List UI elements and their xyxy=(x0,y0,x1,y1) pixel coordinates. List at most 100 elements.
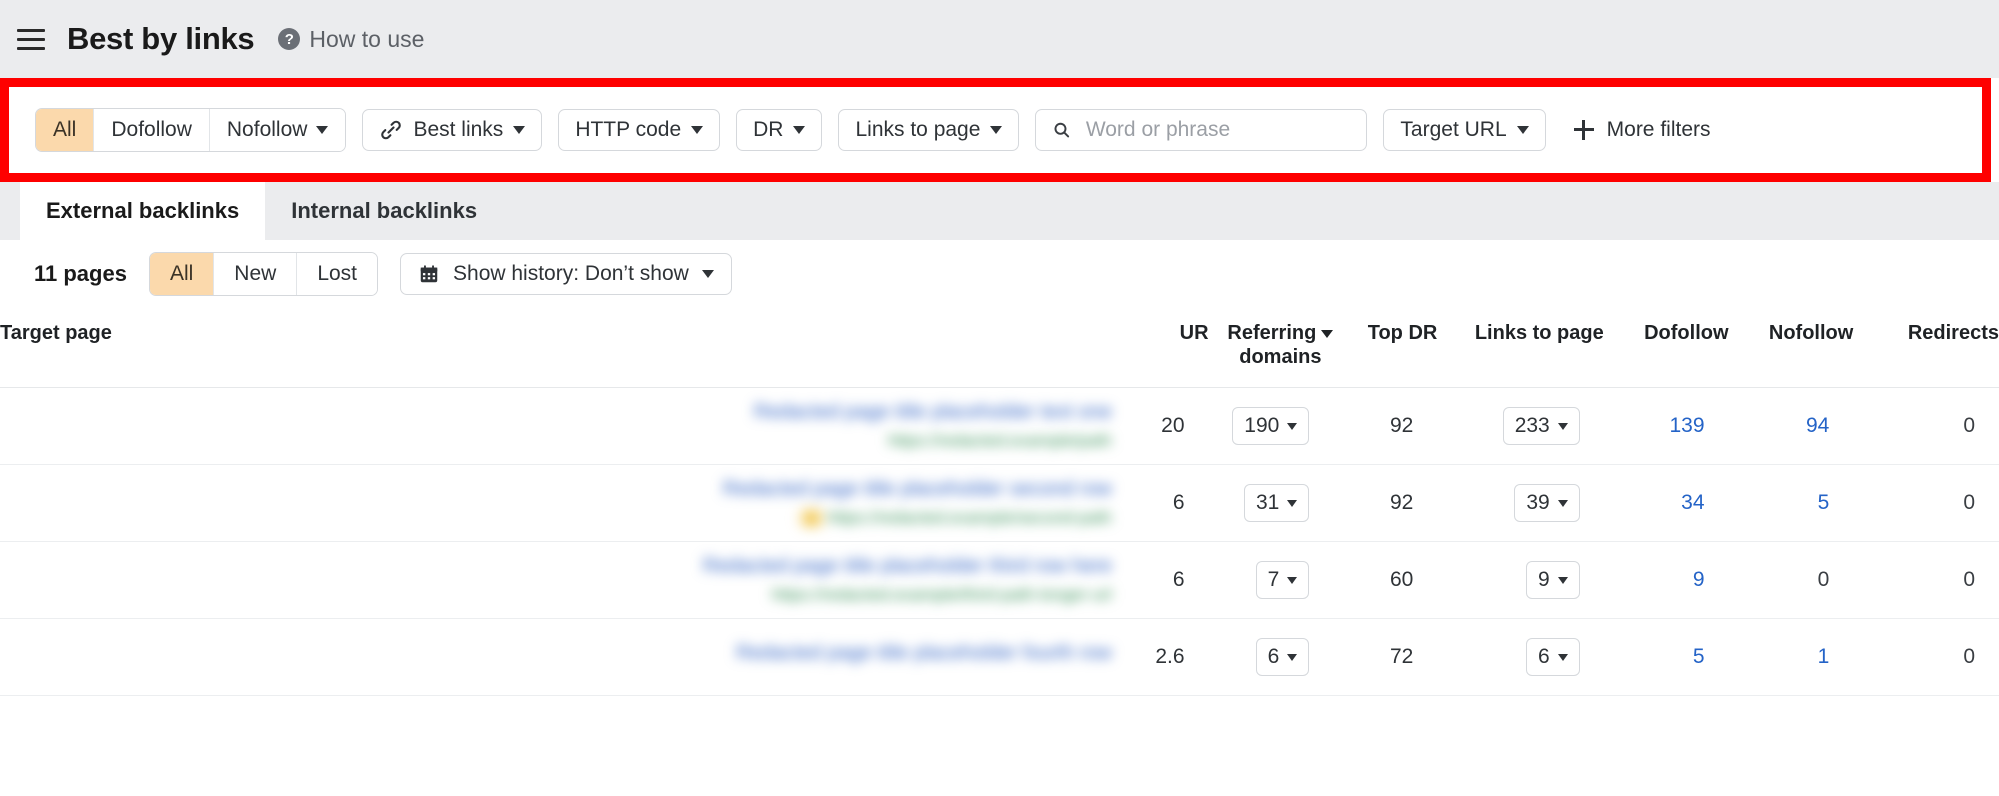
table-row[interactable]: Redacted page title placeholder fourth r… xyxy=(0,618,1999,697)
links-to-page-dropdown[interactable]: 39 xyxy=(1514,484,1580,523)
redirects-cell: 0 xyxy=(1853,464,1999,543)
dofollow-value[interactable]: 139 xyxy=(1669,414,1704,437)
links-to-page-dropdown[interactable]: 9 xyxy=(1526,561,1580,600)
target-page-title[interactable]: Redacted page title placeholder second r… xyxy=(34,478,1112,501)
chevron-down-icon xyxy=(1287,422,1298,430)
status-new-button[interactable]: New xyxy=(214,253,298,295)
column-header-dofollow[interactable]: Dofollow xyxy=(1603,308,1729,389)
target-page-title[interactable]: Redacted page title placeholder text one xyxy=(34,401,1112,424)
chevron-down-icon xyxy=(513,126,526,134)
dofollow-value[interactable]: 9 xyxy=(1693,568,1705,591)
nofollow-value[interactable]: 1 xyxy=(1818,645,1830,668)
column-header-links-to-page[interactable]: Links to page xyxy=(1437,308,1604,389)
search-input[interactable] xyxy=(1083,117,1351,143)
referring-domains-dropdown[interactable]: 190 xyxy=(1232,407,1310,446)
http-code-filter[interactable]: HTTP code xyxy=(558,109,721,151)
dofollow-cell[interactable]: 9 xyxy=(1603,541,1729,620)
target-page-cell[interactable]: Redacted page title placeholder third ro… xyxy=(0,541,1113,620)
links-to-page-dropdown[interactable]: 233 xyxy=(1502,407,1580,446)
ur-value: 6 xyxy=(1112,541,1209,620)
ur-value: 2.6 xyxy=(1112,618,1209,697)
show-history-dropdown[interactable]: Show history: Don’t show xyxy=(400,253,732,295)
redirects-value: 0 xyxy=(1963,414,1975,438)
column-header-ur[interactable]: UR xyxy=(1112,308,1209,389)
target-page-url[interactable]: https://redacted.example/path xyxy=(34,431,1112,451)
status-segment: All New Lost xyxy=(148,252,379,296)
column-header-referring-domains[interactable]: Referring domains xyxy=(1208,308,1334,389)
dofollow-value[interactable]: 34 xyxy=(1681,491,1704,514)
target-page-url[interactable]: https://redacted.example/third-path-long… xyxy=(34,585,1112,605)
nofollow-cell[interactable]: 1 xyxy=(1728,618,1854,697)
referring-domains-cell: 6 xyxy=(1208,618,1334,697)
tab-internal-backlinks[interactable]: Internal backlinks xyxy=(265,182,504,240)
top-dr-value: 72 xyxy=(1333,618,1438,697)
table-row[interactable]: Redacted page title placeholder text one… xyxy=(0,387,1999,466)
nofollow-value[interactable]: 94 xyxy=(1806,414,1829,437)
referring-domains-value: 190 xyxy=(1244,414,1280,438)
chevron-down-icon xyxy=(1557,422,1568,430)
referring-domains-dropdown[interactable]: 7 xyxy=(1255,561,1310,600)
nofollow-cell[interactable]: 5 xyxy=(1728,464,1854,543)
nofollow-cell[interactable]: 94 xyxy=(1728,387,1854,466)
dofollow-value[interactable]: 5 xyxy=(1693,645,1705,668)
how-to-use-link[interactable]: ? How to use xyxy=(278,26,424,53)
referring-domains-dropdown[interactable]: 31 xyxy=(1243,484,1310,523)
links-to-page-dropdown[interactable]: 6 xyxy=(1526,638,1580,677)
column-header-top-dr[interactable]: Top DR xyxy=(1333,308,1438,389)
tab-internal-backlinks-label: Internal backlinks xyxy=(291,198,478,223)
hamburger-menu-icon[interactable] xyxy=(14,22,51,56)
top-dr-value: 60 xyxy=(1333,541,1438,620)
redirects-cell: 0 xyxy=(1853,541,1999,620)
filter-dofollow-button[interactable]: Dofollow xyxy=(94,109,210,151)
target-page-cell[interactable]: Redacted page title placeholder text one… xyxy=(0,387,1113,466)
target-page-title[interactable]: Redacted page title placeholder third ro… xyxy=(34,555,1112,578)
filter-all-label: All xyxy=(53,118,77,141)
app-header: Best by links ? How to use xyxy=(0,0,1999,78)
column-header-nofollow[interactable]: Nofollow xyxy=(1728,308,1854,389)
status-all-button[interactable]: All xyxy=(149,253,215,295)
target-page-cell[interactable]: Redacted page title placeholder second r… xyxy=(0,464,1113,543)
column-header-redirects[interactable]: Redirects xyxy=(1853,308,1999,389)
links-to-page-cell: 233 xyxy=(1437,387,1604,466)
table-row[interactable]: Redacted page title placeholder third ro… xyxy=(0,541,1999,620)
target-page-cell[interactable]: Redacted page title placeholder fourth r… xyxy=(0,618,1113,697)
backlinks-table: Target page UR Referring domains Top DR L… xyxy=(0,308,1999,697)
referring-domains-dropdown[interactable]: 6 xyxy=(1255,638,1310,677)
links-to-page-value: 9 xyxy=(1538,568,1550,592)
tab-external-backlinks[interactable]: External backlinks xyxy=(20,182,266,240)
redirects-value: 0 xyxy=(1963,645,1975,669)
dr-filter[interactable]: DR xyxy=(736,109,823,151)
table-row[interactable]: Redacted page title placeholder second r… xyxy=(0,464,1999,543)
filter-bar-highlight: All Dofollow Nofollow Best links HTTP co… xyxy=(0,78,1991,182)
target-page-url[interactable]: https://redacted.example/second-path xyxy=(34,508,1112,528)
chevron-down-icon xyxy=(691,126,704,134)
sort-descending-icon xyxy=(1321,329,1334,338)
filter-bar: All Dofollow Nofollow Best links HTTP co… xyxy=(9,87,1982,173)
more-filters-button[interactable]: More filters xyxy=(1573,118,1711,142)
target-url-filter[interactable]: Target URL xyxy=(1383,109,1546,151)
redirects-cell: 0 xyxy=(1853,618,1999,697)
search-box[interactable] xyxy=(1035,109,1368,151)
target-page-title[interactable]: Redacted page title placeholder fourth r… xyxy=(34,642,1112,665)
plus-icon xyxy=(1573,120,1594,140)
links-to-page-filter[interactable]: Links to page xyxy=(838,109,1020,151)
chevron-down-icon xyxy=(316,126,329,134)
chevron-down-icon xyxy=(1287,653,1298,661)
dofollow-cell[interactable]: 5 xyxy=(1603,618,1729,697)
hamburger-bar xyxy=(17,37,45,41)
filter-nofollow-button[interactable]: Nofollow xyxy=(209,109,346,151)
link-chain-icon xyxy=(381,120,402,140)
column-header-target-page[interactable]: Target page xyxy=(0,308,1113,389)
redirects-value: 0 xyxy=(1963,568,1975,592)
filter-nofollow-label: Nofollow xyxy=(226,118,308,141)
column-header-referring-domains-inner: Referring domains xyxy=(1227,322,1334,369)
nofollow-value[interactable]: 5 xyxy=(1818,491,1830,514)
top-dr-value: 92 xyxy=(1333,387,1438,466)
best-links-filter[interactable]: Best links xyxy=(362,109,543,151)
filter-dofollow-label: Dofollow xyxy=(111,118,192,141)
filter-all-button[interactable]: All xyxy=(36,109,95,151)
status-lost-button[interactable]: Lost xyxy=(297,253,378,295)
referring-domains-value: 7 xyxy=(1267,568,1280,592)
dofollow-cell[interactable]: 34 xyxy=(1603,464,1729,543)
dofollow-cell[interactable]: 139 xyxy=(1603,387,1729,466)
